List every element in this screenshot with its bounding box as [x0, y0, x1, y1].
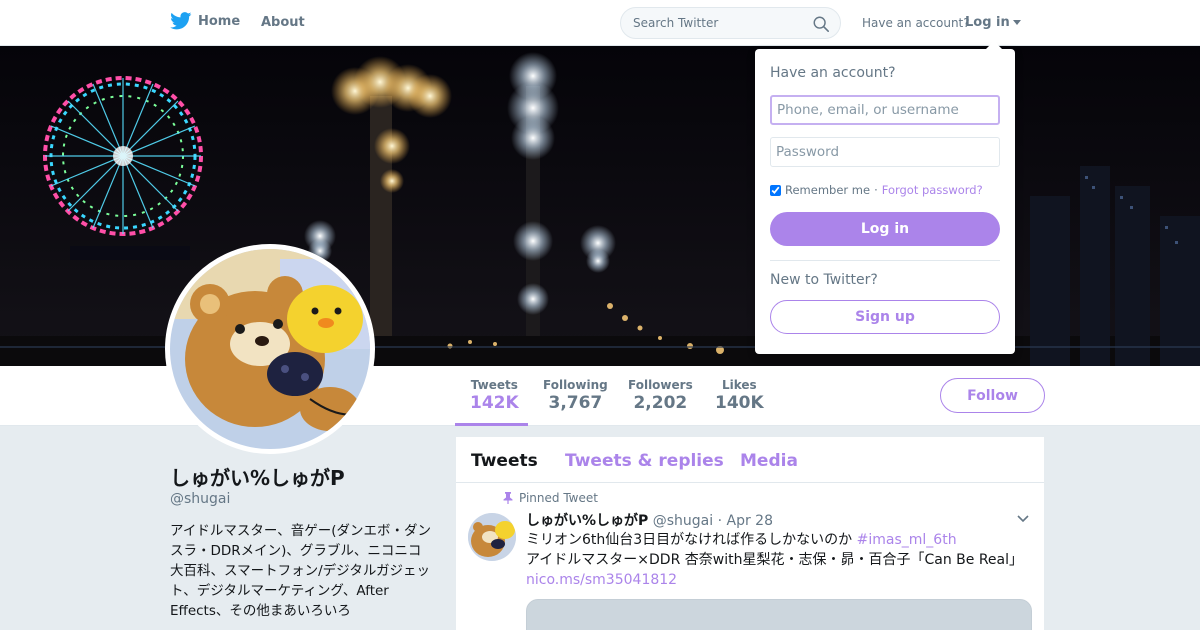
stat-likes-label: Likes: [721, 378, 757, 392]
stat-likes[interactable]: Likes 140K: [715, 378, 764, 413]
forgot-password-link[interactable]: Forgot password?: [882, 183, 983, 197]
pinned-tweet-indicator: Pinned Tweet: [503, 491, 598, 505]
dropdown-divider: [770, 260, 1000, 261]
nav-home-label: Home: [198, 13, 241, 29]
stat-following-value: 3,767: [548, 393, 603, 413]
profile-name: しゅがい%しゅがP: [170, 466, 345, 490]
tweet-header: しゅがい%しゅがP @shugai · Apr 28: [526, 510, 773, 530]
profile-bio: アイドルマスター、音ゲー(ダンエボ・ダンスラ・DDRメイン)、グラブル、ニコニコ…: [170, 523, 431, 619]
tweet-author-name[interactable]: しゅがい%しゅがP: [526, 513, 648, 529]
login-dropdown: Have an account? Remember me · Forgot pa…: [755, 41, 1015, 354]
tweet-author-handle[interactable]: @shugai: [653, 513, 713, 529]
timeline-tabs: Tweets Tweets & replies Media: [456, 437, 1044, 483]
tweet-link[interactable]: nico.ms/sm35041812: [526, 572, 677, 588]
tweet-line-2: アイドルマスター×DDR 杏奈with星梨花・志保・昴・百合子「Can Be R…: [526, 552, 1023, 568]
caret-down-icon: [1012, 20, 1021, 25]
nav-home-link[interactable]: Home: [170, 12, 240, 30]
tab-media[interactable]: Media: [740, 451, 798, 471]
tab-tweets[interactable]: Tweets: [471, 451, 538, 471]
login-dropdown-toggle[interactable]: Log in: [965, 15, 1021, 30]
top-nav: Home About Have an account? Log in: [0, 0, 1200, 46]
stat-likes-value: 140K: [715, 393, 764, 413]
pin-icon: [503, 492, 513, 504]
nav-about-link[interactable]: About: [261, 15, 305, 30]
active-stat-underline: [455, 423, 528, 426]
follow-button[interactable]: Follow: [940, 378, 1045, 413]
new-to-twitter-text: New to Twitter?: [770, 272, 878, 288]
avatar-image: [170, 249, 370, 449]
search-input[interactable]: [633, 16, 803, 30]
profile-handle[interactable]: @shugai: [170, 491, 230, 507]
username-field[interactable]: [770, 95, 1000, 125]
stat-tweets-value: 142K: [470, 393, 519, 413]
stat-tweets[interactable]: Tweets 142K: [470, 378, 519, 413]
remember-me-label[interactable]: Remember me: [785, 183, 870, 197]
tweet-avatar-image: [468, 513, 516, 561]
login-dropdown-title: Have an account?: [770, 65, 896, 81]
login-button[interactable]: Log in: [770, 212, 1000, 246]
tweet-line-1: ミリオン6th仙台3日目がなければ作るしかないのか: [526, 532, 853, 548]
twitter-bird-icon: [170, 12, 192, 30]
remember-me-checkbox[interactable]: [770, 184, 781, 196]
have-account-text: Have an account?: [862, 16, 970, 30]
stat-followers-value: 2,202: [633, 393, 688, 413]
remember-me-row: Remember me · Forgot password?: [770, 183, 983, 197]
login-link-label: Log in: [965, 15, 1010, 30]
remember-separator: ·: [874, 183, 878, 197]
password-field[interactable]: [770, 137, 1000, 167]
tweet-hashtag[interactable]: #imas_ml_6th: [857, 532, 957, 548]
stat-following-label: Following: [543, 378, 608, 392]
tab-tweets-replies[interactable]: Tweets & replies: [565, 451, 724, 471]
stat-tweets-label: Tweets: [470, 378, 518, 392]
stat-following[interactable]: Following 3,767: [543, 378, 608, 413]
search-icon[interactable]: [812, 15, 830, 33]
tweet-media-card[interactable]: [526, 599, 1032, 630]
tweet-menu-chevron-icon[interactable]: [1017, 513, 1029, 525]
timeline: Tweets Tweets & replies Media Pinned Twe…: [456, 437, 1044, 630]
tweet-avatar[interactable]: [468, 513, 516, 561]
tweet-date[interactable]: · Apr 28: [718, 513, 773, 529]
profile-avatar[interactable]: [165, 244, 375, 454]
search-box: [620, 7, 841, 39]
pinned-label: Pinned Tweet: [519, 491, 598, 505]
stat-followers-label: Followers: [628, 378, 693, 392]
tweet-text: ミリオン6th仙台3日目がなければ作るしかないのか #imas_ml_6th ア…: [526, 530, 1026, 590]
stat-followers[interactable]: Followers 2,202: [628, 378, 693, 413]
signup-button[interactable]: Sign up: [770, 300, 1000, 334]
